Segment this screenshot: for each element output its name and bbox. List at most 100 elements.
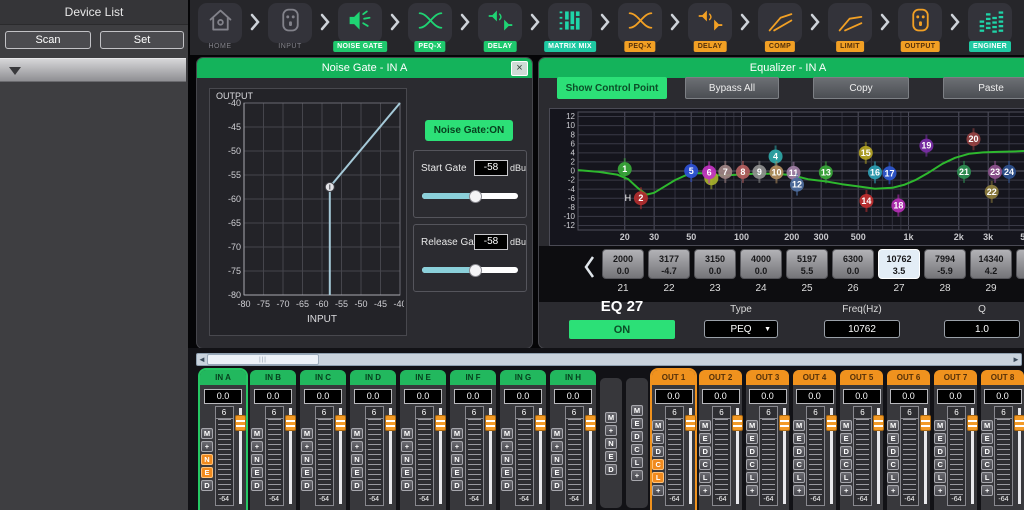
strip-button-m[interactable]: M (981, 420, 993, 431)
freq-input[interactable]: 10762 (824, 320, 900, 338)
fader-handle[interactable] (485, 415, 496, 431)
band-cell-23[interactable]: 31500.023 (694, 249, 736, 294)
strip-button-plus[interactable]: + (301, 441, 313, 452)
fader-handle[interactable] (685, 415, 696, 431)
fader-track[interactable] (967, 406, 977, 506)
band-cell-27[interactable]: 107623.527 (878, 249, 920, 294)
fader-handle[interactable] (873, 415, 884, 431)
strip-button-e[interactable]: E (746, 433, 758, 444)
gain-display[interactable]: 0.0 (984, 389, 1022, 404)
paste-button[interactable]: Paste (943, 77, 1024, 99)
strip-button-m[interactable]: M (605, 412, 617, 423)
band-cell-box[interactable]: 40000.0 (740, 249, 782, 279)
strip-button-d[interactable]: D (251, 480, 263, 491)
strip-button-m[interactable]: M (793, 420, 805, 431)
strip-button-m[interactable]: M (501, 428, 513, 439)
strip-button-d[interactable]: D (934, 446, 946, 457)
channel-strip-in-h[interactable]: IN H0.0M+NED6-64 (550, 370, 596, 510)
strip-button-c[interactable]: C (793, 459, 805, 470)
fader-track[interactable] (335, 406, 346, 506)
strip-button-n[interactable]: N (551, 454, 563, 465)
fader-handle[interactable] (779, 415, 790, 431)
eq-point-15[interactable]: 15 (859, 142, 873, 164)
fader-handle[interactable] (235, 415, 246, 431)
noise-gate-transfer-graph[interactable]: -40-45-50-55-60-65-70-75-80-80-75-70-65-… (209, 88, 407, 336)
show-control-point-button[interactable]: Show Control Point (557, 77, 667, 99)
gain-display[interactable]: 0.0 (354, 389, 392, 404)
strip-button-m[interactable]: M (401, 428, 413, 439)
toolbar-item-input[interactable]: INPUT (268, 0, 312, 55)
channel-strip-in-c[interactable]: IN C0.0M+NED6-64 (300, 370, 346, 510)
release-gate-value[interactable]: -58 (474, 234, 508, 250)
strip-button-n[interactable]: N (301, 454, 313, 465)
band-cell-28[interactable]: 7994-5.928 (924, 249, 966, 294)
strip-button-plus[interactable]: + (887, 485, 899, 496)
fader-track[interactable] (385, 406, 396, 506)
strip-button-d[interactable]: D (746, 446, 758, 457)
fader-handle[interactable] (920, 415, 931, 431)
strip-button-d[interactable]: D (631, 431, 643, 442)
strip-button-m[interactable]: M (201, 428, 213, 439)
channel-strip-in-f[interactable]: IN F0.0M+NED6-64 (450, 370, 496, 510)
strip-button-c[interactable]: C (981, 459, 993, 470)
strip-button-e[interactable]: E (351, 467, 363, 478)
gain-display[interactable]: 0.0 (204, 389, 242, 404)
band-cell-box[interactable]: 51975.5 (786, 249, 828, 279)
strip-button-n[interactable]: N (501, 454, 513, 465)
fader-handle[interactable] (385, 415, 396, 431)
strip-button-e[interactable]: E (201, 467, 213, 478)
strip-button-d[interactable]: D (981, 446, 993, 457)
fader-handle[interactable] (585, 415, 596, 431)
strip-button-d[interactable]: D (699, 446, 711, 457)
strip-button-e[interactable]: E (981, 433, 993, 444)
strip-button-plus[interactable]: + (652, 485, 664, 496)
fader-track[interactable] (732, 406, 742, 506)
noise-gate-panel-titlebar[interactable]: Noise Gate - IN A × (197, 58, 532, 78)
fader-track[interactable] (1014, 406, 1024, 506)
strip-button-l[interactable]: L (699, 472, 711, 483)
fader-track[interactable] (585, 406, 596, 506)
strip-button-d[interactable]: D (451, 480, 463, 491)
strip-button-l[interactable]: L (793, 472, 805, 483)
strip-button-c[interactable]: C (699, 459, 711, 470)
eq-band-on-button[interactable]: ON (569, 320, 675, 339)
band-cell-29[interactable]: 143404.229 (970, 249, 1012, 294)
strip-button-m[interactable]: M (631, 405, 643, 416)
strip-button-e[interactable]: E (301, 467, 313, 478)
eq-point-17[interactable]: 17 (883, 162, 897, 184)
strip-button-m[interactable]: M (840, 420, 852, 431)
strip-button-e[interactable]: E (251, 467, 263, 478)
strip-button-l[interactable]: L (840, 472, 852, 483)
gain-display[interactable]: 0.0 (796, 389, 834, 404)
band-cell-box[interactable]: 31500.0 (694, 249, 736, 279)
strip-button-e[interactable]: E (934, 433, 946, 444)
strip-button-e[interactable]: E (605, 451, 617, 462)
toolbar-item-delay[interactable]: DELAY (688, 0, 732, 55)
slider-thumb[interactable] (469, 264, 482, 277)
start-gate-slider[interactable] (422, 193, 518, 199)
channel-strip-out-7[interactable]: OUT 70.0MEDCL+6-64 (934, 370, 977, 510)
strip-button-c[interactable]: C (934, 459, 946, 470)
strip-button-plus[interactable]: + (401, 441, 413, 452)
strip-button-l[interactable]: L (934, 472, 946, 483)
strip-button-n[interactable]: N (351, 454, 363, 465)
band-cell-25[interactable]: 51975.525 (786, 249, 828, 294)
band-cell-box[interactable]: 107623.5 (878, 249, 920, 279)
channel-strip-out-4[interactable]: OUT 40.0MEDCL+6-64 (793, 370, 836, 510)
strip-button-plus[interactable]: + (631, 470, 643, 481)
strip-button-m[interactable]: M (301, 428, 313, 439)
fader-track[interactable] (779, 406, 789, 506)
strip-button-n[interactable]: N (605, 438, 617, 449)
gain-display[interactable]: 0.0 (504, 389, 542, 404)
scroll-right-icon[interactable]: ► (1012, 354, 1020, 365)
strip-button-plus[interactable]: + (793, 485, 805, 496)
strip-button-plus[interactable]: + (201, 441, 213, 452)
strip-button-m[interactable]: M (652, 420, 664, 431)
strip-button-e[interactable]: E (451, 467, 463, 478)
strip-button-c[interactable]: C (746, 459, 758, 470)
channel-strip-in-b[interactable]: IN B0.0M+NED6-64 (250, 370, 296, 510)
fader-track[interactable] (435, 406, 446, 506)
strip-button-plus[interactable]: + (451, 441, 463, 452)
strip-button-e[interactable]: E (631, 418, 643, 429)
channel-strip-out-8[interactable]: OUT 80.0MEDCL+6-64 (981, 370, 1024, 510)
